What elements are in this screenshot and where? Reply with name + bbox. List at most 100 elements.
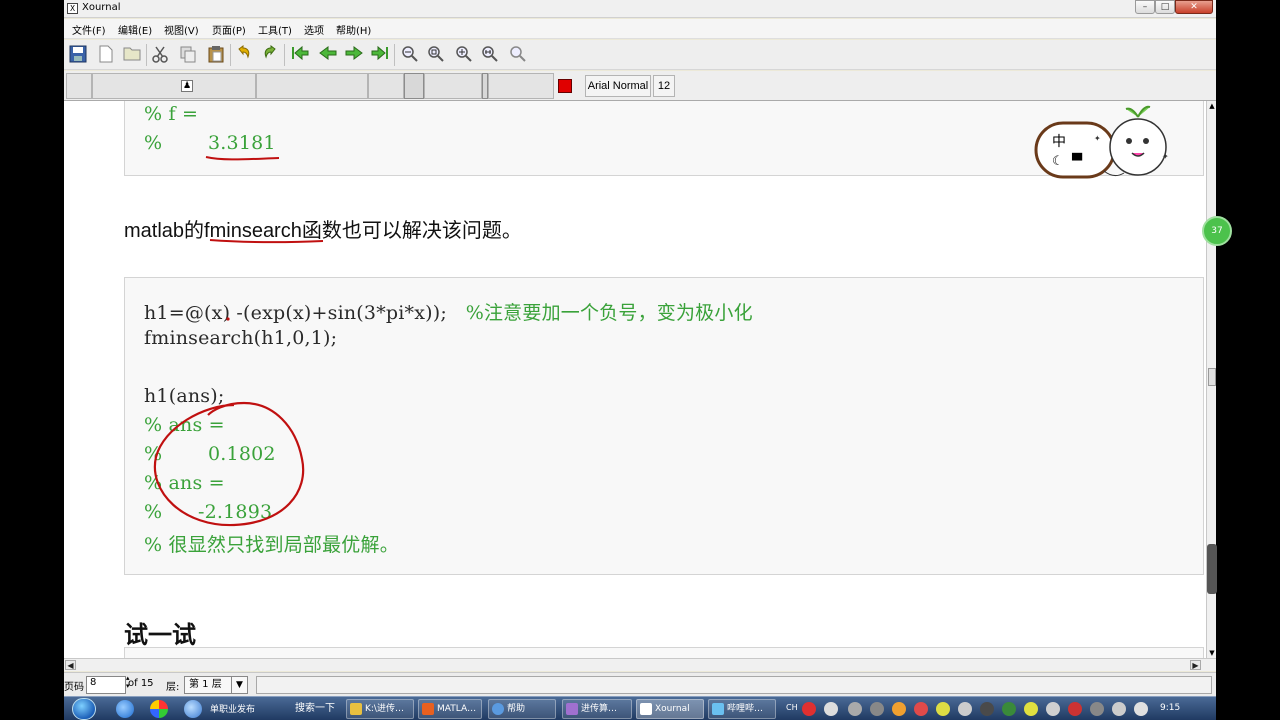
scroll-left-arrow[interactable]: ◀ bbox=[65, 660, 76, 670]
menu-page[interactable]: 页面(P) bbox=[212, 22, 246, 37]
tool-slot-2[interactable]: ♟ bbox=[92, 73, 256, 99]
task-xournal[interactable]: Xournal bbox=[636, 699, 704, 719]
chevron-down-icon[interactable]: ▼ bbox=[231, 677, 247, 693]
prose-suffix: 函数也可以解决该问题。 bbox=[301, 220, 522, 242]
tray-battery-icon[interactable] bbox=[1112, 702, 1126, 716]
copy-icon[interactable] bbox=[178, 45, 198, 65]
minimize-button[interactable]: – bbox=[1135, 0, 1155, 14]
window-title: Xournal bbox=[82, 2, 121, 13]
title-bar: X Xournal – □ ✕ bbox=[64, 0, 1216, 18]
first-page-icon[interactable] bbox=[290, 45, 310, 65]
save-icon[interactable] bbox=[68, 45, 88, 65]
code-line-f-prefix: % bbox=[144, 132, 163, 154]
task-bilibili[interactable]: 哔哩哔… bbox=[708, 699, 776, 719]
paste-icon[interactable] bbox=[206, 45, 226, 65]
menu-tools[interactable]: 工具(T) bbox=[258, 22, 292, 37]
previous-page-icon[interactable] bbox=[318, 45, 338, 65]
font-size-button[interactable]: 12 bbox=[653, 75, 675, 97]
search-button[interactable]: 搜索一下 bbox=[290, 699, 340, 719]
tool-slot-4[interactable] bbox=[368, 73, 404, 99]
tool-slot-8[interactable] bbox=[488, 73, 554, 99]
maximize-button[interactable]: □ bbox=[1155, 0, 1175, 14]
page-number-input[interactable]: 8 bbox=[86, 676, 126, 694]
tray-lime-icon[interactable] bbox=[1024, 702, 1038, 716]
section-heading: 试一试 bbox=[124, 621, 196, 649]
tray-keyboard-icon[interactable] bbox=[848, 702, 862, 716]
menu-file[interactable]: 文件(F) bbox=[72, 22, 106, 37]
svg-text:✦: ✦ bbox=[1094, 134, 1101, 143]
underline-annotation-2 bbox=[209, 239, 324, 244]
dot-annotation bbox=[226, 317, 230, 321]
menu-view[interactable]: 视图(V) bbox=[164, 22, 199, 37]
tray-alert-icon[interactable] bbox=[1068, 702, 1082, 716]
ie-icon[interactable] bbox=[116, 700, 134, 718]
next-page-icon[interactable] bbox=[344, 45, 364, 65]
tool-slot-6[interactable] bbox=[424, 73, 482, 99]
prose-prefix: matlab的 bbox=[124, 220, 205, 242]
status-bar: 页码 8 ▴ ▾ of 15 层: 第 1 层 ▼ bbox=[64, 672, 1216, 696]
tray-app-icon[interactable] bbox=[802, 702, 816, 716]
new-document-icon[interactable] bbox=[96, 45, 116, 65]
scroll-grip[interactable] bbox=[1207, 544, 1217, 594]
redo-icon[interactable] bbox=[260, 45, 280, 65]
start-button[interactable] bbox=[72, 698, 96, 720]
page-label: 页码 bbox=[64, 682, 84, 693]
close-button[interactable]: ✕ bbox=[1175, 0, 1213, 14]
horizontal-scrollbar[interactable]: ◀ ▶ bbox=[64, 658, 1216, 671]
menu-help[interactable]: 帮助(H) bbox=[336, 22, 371, 37]
underline-annotation-1 bbox=[205, 156, 280, 161]
tool-slot-1[interactable] bbox=[66, 73, 92, 99]
tray-light-icon[interactable] bbox=[1046, 702, 1060, 716]
cut-icon[interactable] bbox=[150, 45, 170, 65]
browser-icon[interactable] bbox=[184, 700, 202, 718]
open-folder-icon[interactable] bbox=[122, 45, 142, 65]
tray-network-icon[interactable] bbox=[1090, 702, 1104, 716]
undo-icon[interactable] bbox=[234, 45, 254, 65]
colorful-app-icon[interactable] bbox=[150, 700, 168, 718]
status-field bbox=[256, 676, 1212, 694]
tray-dot-icon[interactable] bbox=[824, 702, 838, 716]
tool-slot-5[interactable] bbox=[404, 73, 424, 99]
tray-yellow-icon[interactable] bbox=[936, 702, 950, 716]
task-matlab[interactable]: MATLA… bbox=[418, 699, 482, 719]
layer-label: 层: bbox=[166, 682, 180, 693]
layer-select[interactable]: 第 1 层 ▼ bbox=[184, 676, 248, 694]
page-count: of 15 bbox=[128, 678, 154, 689]
tray-dark-icon[interactable] bbox=[980, 702, 994, 716]
volume-icon[interactable] bbox=[1134, 702, 1148, 716]
zoom-fit-icon[interactable] bbox=[426, 45, 446, 65]
taskbar: 单职业发布 搜索一下 K:\进传… MATLA… 帮助 进传算… Xournal… bbox=[64, 696, 1216, 720]
tray-pen-icon[interactable] bbox=[870, 702, 884, 716]
person-icon[interactable]: ♟ bbox=[181, 80, 193, 92]
last-page-icon[interactable] bbox=[370, 45, 390, 65]
tray-red-icon[interactable] bbox=[914, 702, 928, 716]
task-document[interactable]: 进传算… bbox=[562, 699, 632, 719]
tray-orange-icon[interactable] bbox=[892, 702, 906, 716]
ime-indicator[interactable]: CH bbox=[786, 703, 798, 712]
task-explorer[interactable]: K:\进传… bbox=[346, 699, 414, 719]
code-line-1: h1=@(x) -(exp(x)+sin(3*pi*x)); %注意要加一个负号… bbox=[144, 298, 753, 325]
zoom-in-icon[interactable] bbox=[454, 45, 474, 65]
zoom-set-icon[interactable] bbox=[508, 45, 528, 65]
tray-gray-icon[interactable] bbox=[958, 702, 972, 716]
font-button[interactable]: Arial Normal bbox=[585, 75, 651, 97]
menu-options[interactable]: 选项 bbox=[304, 22, 324, 37]
zoom-out-icon[interactable] bbox=[400, 45, 420, 65]
side-badge[interactable]: 37 bbox=[1202, 216, 1232, 246]
svg-text:▀: ▀ bbox=[1071, 152, 1083, 169]
vertical-scroll-thumb[interactable] bbox=[1208, 368, 1216, 386]
task-help[interactable]: 帮助 bbox=[488, 699, 556, 719]
code-line-1-code: h1=@(x) -(exp(x)+sin(3*pi*x)); bbox=[144, 302, 447, 324]
zoom-page-width-icon[interactable] bbox=[480, 45, 500, 65]
app-icon: X bbox=[67, 3, 78, 14]
pen-color-button[interactable] bbox=[558, 79, 572, 93]
circle-annotation bbox=[153, 401, 305, 527]
tool-slot-3[interactable] bbox=[256, 73, 368, 99]
document-canvas[interactable]: % f = % 3.3181 ✦ ✦ ☾ ▀ 中 matlab的fminsear… bbox=[64, 101, 1206, 658]
tray-green-icon[interactable] bbox=[1002, 702, 1016, 716]
scroll-right-arrow[interactable]: ▶ bbox=[1190, 660, 1201, 670]
vertical-scrollbar[interactable]: ▲ ▼ bbox=[1206, 101, 1217, 658]
menu-edit[interactable]: 编辑(E) bbox=[118, 22, 152, 37]
clock[interactable]: 9:15 bbox=[1160, 703, 1180, 713]
desk-label[interactable]: 单职业发布 bbox=[210, 702, 255, 715]
